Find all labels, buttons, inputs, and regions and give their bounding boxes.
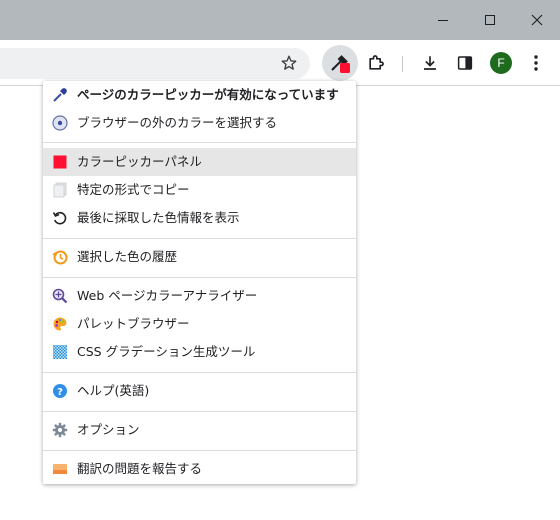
clock-history-icon [52,249,68,265]
menu-separator [43,142,356,143]
download-icon [424,56,436,70]
extensions-button[interactable] [364,51,388,75]
menu-item-label: CSS グラデーション生成ツール [77,344,256,359]
eyedropper-extension-button[interactable] [322,45,358,81]
close-icon [531,14,543,26]
star-icon [281,55,297,70]
toolbar-divider [402,56,403,72]
menu-item-label: ブラウザーの外のカラーを選択する [77,115,278,130]
menu-item-label: オプション [77,422,140,437]
menu-item-web-page-analyzer[interactable]: Web ページカラーアナライザー [43,282,356,310]
menu-item-label: ページのカラーピッカーが有効になっています [77,87,339,102]
menu-item-show-last-color[interactable]: 最後に採取した色情報を表示 [43,204,356,232]
extension-context-menu: ページのカラーピッカーが有効になっています ブラウザーの外のカラーを選択する カ… [43,81,356,484]
close-window-button[interactable] [514,5,560,35]
menu-item-label: 翻訳の問題を報告する [77,461,203,476]
menu-item-label: パレットブラウザー [77,316,190,331]
color-swatch-icon [52,154,68,170]
menu-item-label: Web ページカラーアナライザー [77,288,258,303]
analyzer-icon [52,288,68,304]
minimize-button[interactable] [420,5,466,35]
bookmark-star-button[interactable] [278,52,300,74]
eyedropper-extension-icon [331,55,350,73]
kebab-menu-icon [534,55,538,71]
side-panel-icon [457,56,473,70]
menu-item-report-translation[interactable]: 翻訳の問題を報告する [43,455,356,483]
report-icon [52,461,68,477]
gradient-icon [52,344,68,360]
menu-separator [43,372,356,373]
title-bar [0,0,560,40]
browser-toolbar: F [0,40,560,86]
minimize-icon [438,20,448,21]
menu-separator [43,450,356,451]
menu-item-help[interactable]: ? ヘルプ(英語) [43,377,356,405]
menu-item-color-history[interactable]: 選択した色の履歴 [43,243,356,271]
copy-icon [52,182,68,198]
puzzle-icon [369,55,384,70]
address-bar[interactable] [0,48,310,79]
menu-item-label: 選択した色の履歴 [77,249,178,264]
palette-icon [52,316,68,332]
menu-item-css-gradient-generator[interactable]: CSS グラデーション生成ツール [43,338,356,366]
menu-separator [43,238,356,239]
menu-item-color-picker-panel[interactable]: カラーピッカーパネル [43,148,356,176]
menu-item-options[interactable]: オプション [43,416,356,444]
profile-avatar[interactable]: F [490,52,512,74]
chrome-menu-button[interactable] [526,52,546,74]
menu-item-palette-browser[interactable]: パレットブラウザー [43,310,356,338]
menu-item-page-picker-active[interactable]: ページのカラーピッカーが有効になっています [43,81,356,109]
history-arrow-icon [52,210,68,226]
maximize-button[interactable] [467,5,513,35]
downloads-button[interactable] [418,51,442,75]
menu-separator [43,277,356,278]
menu-separator [43,411,356,412]
menu-item-copy-as-format[interactable]: 特定の形式でコピー [43,176,356,204]
menu-item-label: 最後に採取した色情報を表示 [77,210,240,225]
gear-icon [52,422,68,438]
help-icon: ? [52,383,68,399]
menu-item-label: ヘルプ(英語) [77,383,150,398]
maximize-icon [485,15,495,25]
menu-item-label: カラーピッカーパネル [77,154,202,169]
menu-item-pick-outside-browser[interactable]: ブラウザーの外のカラーを選択する [43,109,356,137]
svg-text:?: ? [57,387,63,398]
screen-picker-icon [52,115,68,131]
side-panel-button[interactable] [453,51,477,75]
menu-item-label: 特定の形式でコピー [77,182,190,197]
eyedropper-icon [52,87,68,103]
